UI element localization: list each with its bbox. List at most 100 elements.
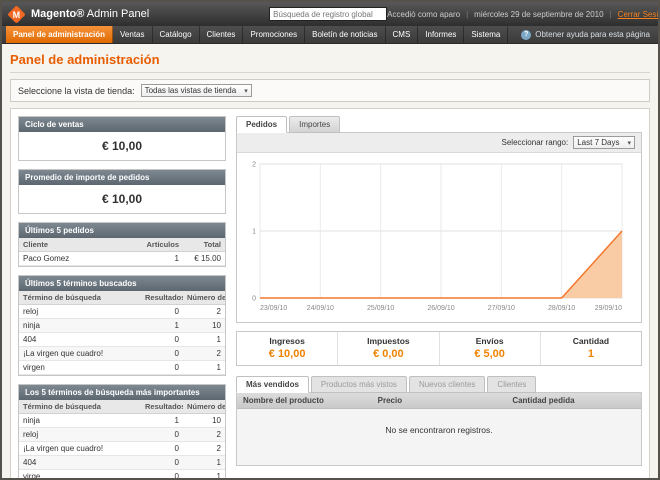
stat-label: Ingresos [237, 336, 337, 346]
table-cell: 0 [141, 470, 183, 480]
column-header: Resultados [141, 291, 183, 305]
table-cell: 1 [141, 319, 183, 333]
top-search-terms-panel: Los 5 términos de búsqueda más important… [18, 384, 226, 480]
separator: | [466, 10, 468, 19]
range-selector-row: Seleccionar rango: Last 7 Days ▾ [237, 133, 641, 153]
tab-más-vendidos[interactable]: Más vendidos [236, 376, 309, 393]
panel-title: Últimos 5 pedidos [19, 223, 225, 238]
table-cell: 2 [183, 428, 225, 442]
table-cell: 1 [183, 333, 225, 347]
column-header: Número de usos [183, 291, 225, 305]
bestsellers-table: Nombre del productoPrecioCantidad pedida… [237, 393, 641, 465]
brand-name: Magento® [31, 8, 84, 20]
column-header: Cliente [19, 238, 141, 252]
average-orders-panel: Promedio de importe de pedidos € 10,00 [18, 169, 226, 214]
table-row: ninja110 [19, 414, 225, 428]
table-cell: 0 [141, 456, 183, 470]
last-search-terms-table: Término de búsquedaResultadosNúmero de u… [19, 291, 225, 375]
range-select[interactable]: Last 7 Days ▾ [573, 136, 635, 149]
bestsellers-panel: Nombre del productoPrecioCantidad pedida… [236, 392, 642, 466]
nav-item-ventas[interactable]: Ventas [113, 26, 152, 43]
table-row: 40401 [19, 456, 225, 470]
header: M Magento® Admin Panel Accedió como apar… [2, 2, 658, 26]
table-cell: 0 [141, 428, 183, 442]
last-orders-table: ClienteArtículosTotalPaco Gomez1€ 15.00 [19, 238, 225, 266]
store-view-switcher: Seleccione la vista de tienda: Todas las… [10, 79, 650, 102]
column-header: Precio [372, 393, 507, 409]
divider [10, 72, 650, 73]
nav-item-cms[interactable]: CMS [386, 26, 419, 43]
table-cell: 0 [141, 305, 183, 319]
svg-text:28/09/10: 28/09/10 [548, 305, 575, 312]
help-link[interactable]: ? Obtener ayuda para esta página [521, 26, 654, 43]
table-cell: 1 [141, 414, 183, 428]
store-view-label: Seleccione la vista de tienda: [18, 86, 135, 96]
table-cell: € 15.00 [183, 252, 225, 266]
column-header: Término de búsqueda [19, 400, 141, 414]
panel-title: Últimos 5 términos buscados [19, 276, 225, 291]
nav-item-panel-de-administración[interactable]: Panel de administración [6, 26, 113, 43]
store-view-value: Todas las vistas de tienda [145, 86, 237, 95]
table-row: 40401 [19, 333, 225, 347]
stat-impuestos: Impuestos€ 0,00 [337, 332, 438, 365]
admin-window: M Magento® Admin Panel Accedió como apar… [0, 0, 660, 480]
table-cell: virgen [19, 361, 141, 375]
dashboard-right-column: PedidosImportes Seleccionar rango: Last … [236, 116, 642, 466]
orders-chart-svg: 23/09/1024/09/1025/09/1026/09/1027/09/10… [240, 156, 632, 314]
chart-tabs: PedidosImportes [236, 116, 642, 133]
separator: | [610, 10, 612, 19]
table-cell: virge [19, 470, 141, 480]
table-cell: 404 [19, 456, 141, 470]
nav-items: Panel de administraciónVentasCatálogoCli… [6, 26, 508, 43]
column-header: Cantidad pedida [506, 393, 641, 409]
stat-value: 1 [541, 348, 641, 360]
lifetime-sales-value: € 10,00 [19, 132, 225, 160]
nav-item-catálogo[interactable]: Catálogo [153, 26, 200, 43]
table-cell: 404 [19, 333, 141, 347]
top-search-terms-table: Término de búsquedaResultadosNúmero de u… [19, 400, 225, 480]
tab-clientes: Clientes [487, 376, 536, 393]
table-cell: 0 [141, 347, 183, 361]
page-title: Panel de administración [10, 52, 650, 67]
table-row: reloj02 [19, 428, 225, 442]
nav-item-clientes[interactable]: Clientes [200, 26, 244, 43]
column-header: Nombre del producto [237, 393, 372, 409]
stats-bar: Ingresos€ 10,00Impuestos€ 0,00Envíos€ 5,… [236, 331, 642, 366]
global-search-input[interactable] [269, 7, 387, 21]
nav-item-boletín-de-noticias[interactable]: Boletín de noticias [305, 26, 385, 43]
tab-pedidos[interactable]: Pedidos [236, 116, 287, 133]
column-header: Resultados [141, 400, 183, 414]
table-cell: reloj [19, 305, 141, 319]
logout-link[interactable]: Cerrar Sesión [618, 10, 660, 19]
table-cell: ninja [19, 319, 141, 333]
nav-item-promociones[interactable]: Promociones [243, 26, 305, 43]
empty-message: No se encontraron registros. [237, 409, 641, 465]
tab-importes[interactable]: Importes [289, 116, 340, 133]
table-cell: 2 [183, 305, 225, 319]
table-row: ¡La virgen que cuadro!02 [19, 442, 225, 456]
help-label: Obtener ayuda para esta página [535, 30, 650, 39]
table-cell: reloj [19, 428, 141, 442]
range-value: Last 7 Days [577, 138, 619, 147]
column-header: Término de búsqueda [19, 291, 141, 305]
stat-value: € 0,00 [338, 348, 438, 360]
svg-text:27/09/10: 27/09/10 [488, 305, 515, 312]
page-content: Panel de administración Seleccione la vi… [2, 44, 658, 480]
table-cell: 1 [183, 456, 225, 470]
main-nav: Panel de administraciónVentasCatálogoCli… [2, 26, 658, 44]
table-cell: ¡La virgen que cuadro! [19, 347, 141, 361]
table-cell: 0 [141, 361, 183, 375]
header-date: miércoles 29 de septiembre de 2010 [474, 10, 603, 19]
svg-text:2: 2 [252, 162, 256, 169]
lifetime-sales-panel: Ciclo de ventas € 10,00 [18, 116, 226, 161]
store-view-select[interactable]: Todas las vistas de tienda ▾ [141, 84, 252, 97]
nav-item-informes[interactable]: Informes [418, 26, 464, 43]
column-header: Total [183, 238, 225, 252]
stat-label: Cantidad [541, 336, 641, 346]
panel-title: Promedio de importe de pedidos [19, 170, 225, 185]
nav-item-sistema[interactable]: Sistema [464, 26, 508, 43]
table-cell: 1 [183, 470, 225, 480]
table-cell: 10 [183, 414, 225, 428]
orders-chart-panel: Seleccionar rango: Last 7 Days ▾ 23/09/1… [236, 132, 642, 323]
table-cell: 1 [183, 361, 225, 375]
